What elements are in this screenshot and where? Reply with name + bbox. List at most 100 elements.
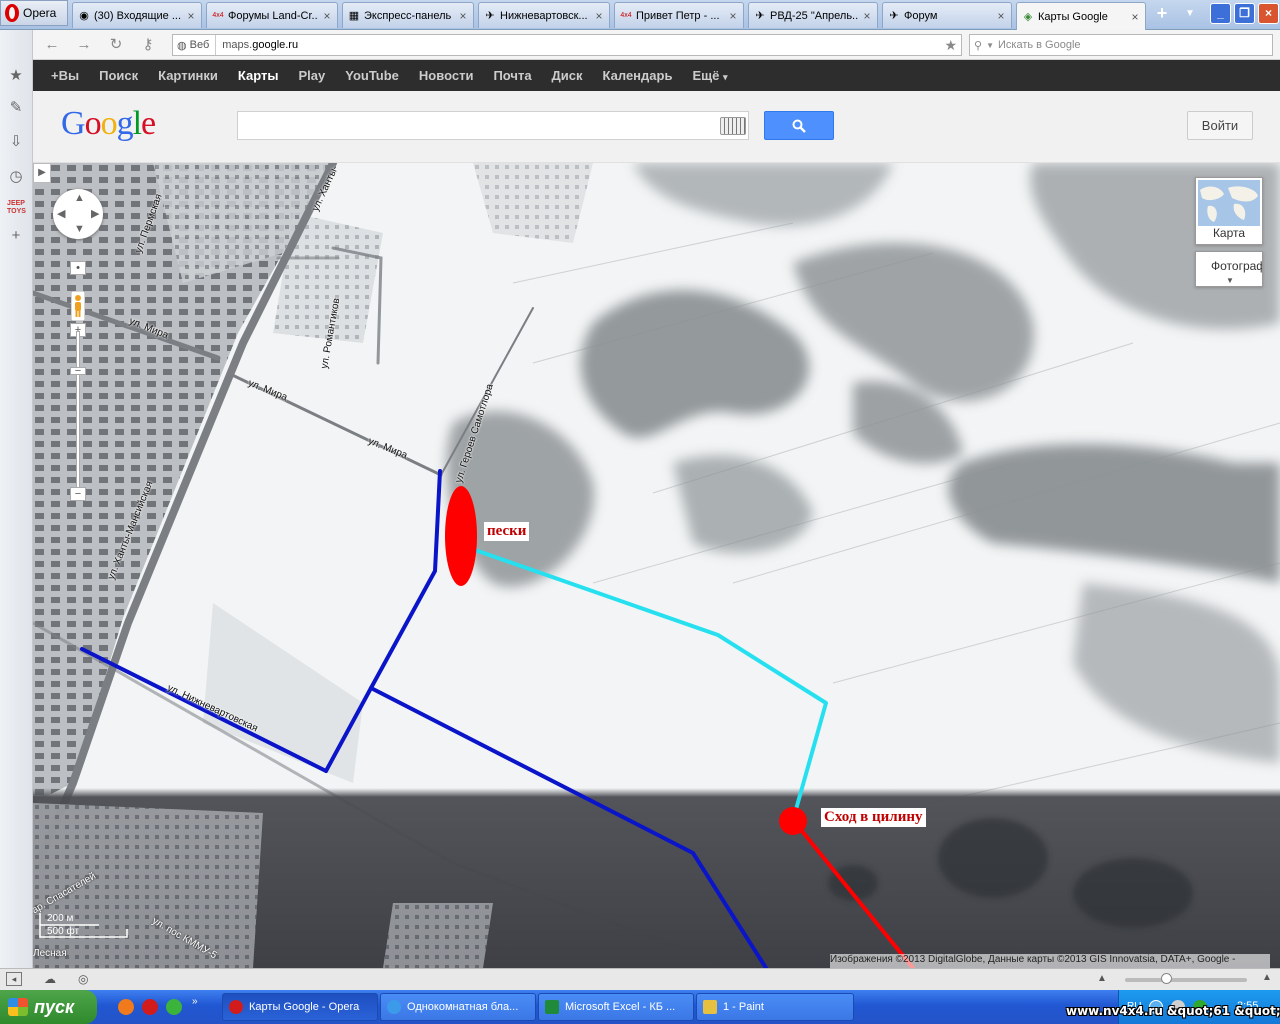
opera-menu-button[interactable]: Opera — [0, 0, 68, 26]
reload-icon[interactable]: ↻ — [105, 35, 127, 55]
address-toolbar: ← → ↻ ⚷ ◍ Веб maps.google.ru ★ ⚲ ▼ Искат… — [33, 30, 1280, 60]
close-tab-icon[interactable]: × — [995, 9, 1007, 23]
tab-land-cruiser-forums[interactable]: 4x4 Форумы Land-Cr... × — [206, 2, 338, 28]
close-tab-icon[interactable]: × — [593, 9, 605, 23]
gbar-images[interactable]: Картинки — [158, 68, 218, 83]
more-caret-icon: ▾ — [722, 72, 728, 82]
chevron-down-icon: ▼ — [1226, 276, 1234, 285]
tab-forum[interactable]: ✈ Форум × — [882, 2, 1012, 28]
opera-menu-label: Opera — [23, 6, 57, 20]
zoom-slider[interactable] — [76, 331, 80, 491]
back-arrow-icon[interactable]: ← — [41, 35, 63, 55]
zoom-out-icon[interactable]: − — [70, 487, 86, 501]
gbar-search[interactable]: Поиск — [99, 68, 138, 83]
annotation-sands: пески — [484, 522, 530, 541]
turbo-icon[interactable]: ◎ — [78, 972, 88, 986]
tab-rvd-25[interactable]: ✈ РВД-25 "Апрель... × — [748, 2, 878, 28]
icq-quicklaunch-icon[interactable] — [166, 999, 182, 1015]
tab-list-chevron-icon[interactable]: ▼ — [1180, 3, 1200, 25]
panel-toggle-arrow-icon[interactable]: ▶ — [33, 163, 51, 183]
pan-left-icon[interactable]: ◀ — [57, 207, 65, 220]
speed-dial-icon: ▦ — [348, 9, 360, 22]
site-info-badge[interactable]: ◍ Веб — [173, 35, 217, 55]
gbar-play[interactable]: Play — [298, 68, 325, 83]
page-zoom-knob[interactable] — [1161, 973, 1172, 984]
cloud-sync-icon[interactable]: ☁ — [44, 972, 56, 986]
tab-google-maps[interactable]: ◈ Карты Google × — [1016, 2, 1146, 30]
gbar-mail[interactable]: Почта — [493, 68, 531, 83]
firefox-quicklaunch-icon[interactable] — [118, 999, 134, 1015]
gbar-drive[interactable]: Диск — [552, 68, 583, 83]
tab-speed-dial[interactable]: ▦ Экспресс-панель × — [342, 2, 474, 28]
gbar-news[interactable]: Новости — [419, 68, 474, 83]
map-canvas[interactable]: ул. Пермская ул. Мира ул. Мира ул. Мира … — [33, 163, 1280, 968]
wand-key-icon[interactable]: ⚷ — [137, 35, 159, 55]
taskbar-window-paint[interactable]: 1 - Paint — [696, 993, 854, 1021]
scale-metric: 200 м — [47, 913, 74, 924]
tab-inbox[interactable]: ◉ (30) Входящие ... × — [72, 2, 202, 28]
search-button[interactable] — [764, 111, 834, 140]
satellite-imagery — [33, 163, 1280, 968]
zoom-menu-icon[interactable]: ▲ — [1262, 972, 1272, 983]
downloads-icon[interactable]: ⇩ — [7, 133, 25, 151]
road-label-lesnaya: Лесная — [33, 948, 67, 959]
browser-status-bar: ◂ ☁ ◎ ▲ ▲ — [0, 968, 1280, 990]
sign-in-button[interactable]: Войти — [1187, 111, 1253, 140]
pan-control[interactable]: ▲ ▼ ◀ ▶ — [53, 189, 103, 239]
gbar-maps[interactable]: Карты — [238, 68, 279, 83]
jeep-toys-panel-icon[interactable]: JEEP TOYS — [7, 200, 26, 218]
url-text: maps.google.ru — [222, 39, 299, 51]
street-view-pegman-icon[interactable] — [71, 291, 85, 321]
web-search-field[interactable]: ⚲ ▼ Искать в Google — [969, 34, 1273, 56]
close-tab-icon[interactable]: × — [1129, 10, 1141, 24]
gbar-plus-you[interactable]: +Вы — [51, 68, 79, 83]
taskbar-window-opera[interactable]: Карты Google - Opera — [222, 993, 378, 1021]
bookmarks-star-icon[interactable]: ★ — [7, 67, 25, 85]
map-type-map-button[interactable]: Карта — [1195, 177, 1263, 245]
close-tab-icon[interactable]: × — [321, 9, 333, 23]
new-tab-icon[interactable]: + — [1150, 3, 1174, 25]
excel-icon — [545, 1000, 559, 1014]
quicklaunch-overflow-icon[interactable]: » — [192, 996, 198, 1007]
pan-right-icon[interactable]: ▶ — [91, 207, 99, 220]
opera-quicklaunch-icon[interactable] — [142, 999, 158, 1015]
maps-search-input[interactable] — [237, 111, 749, 140]
panel-toggle-icon[interactable]: ◂ — [6, 972, 22, 986]
gbar-more[interactable]: Ещё ▾ — [692, 68, 727, 83]
close-tab-icon[interactable]: × — [727, 9, 739, 23]
map-thumbnail — [1198, 180, 1260, 226]
gbar-calendar[interactable]: Календарь — [603, 68, 673, 83]
tab-privet-petr[interactable]: 4x4 Привет Петр - ... × — [614, 2, 744, 28]
forward-arrow-icon[interactable]: → — [73, 35, 95, 55]
zoom-slider-knob[interactable]: − — [70, 366, 86, 377]
add-panel-icon[interactable]: + — [7, 227, 25, 245]
view-toggle-icon[interactable]: ▲ — [1097, 973, 1107, 984]
maps-icon: ◈ — [1023, 10, 1033, 23]
search-engine-chevron-icon[interactable]: ▼ — [986, 41, 994, 50]
close-tab-icon[interactable]: × — [861, 9, 873, 23]
history-clock-icon[interactable]: ◷ — [7, 168, 25, 186]
notes-icon[interactable]: ✎ — [7, 99, 25, 117]
forum-icon: 4x4 — [620, 11, 632, 19]
close-tab-icon[interactable]: × — [457, 9, 469, 23]
watermark-text: www.nv4x4.ru &quot;61 &quot; — [1066, 1004, 1280, 1018]
google-logo[interactable]: Google — [61, 105, 156, 143]
close-window-icon[interactable]: × — [1258, 3, 1279, 24]
bookmark-star-icon[interactable]: ★ — [944, 37, 961, 54]
pan-up-icon[interactable]: ▲ — [74, 192, 85, 204]
start-button[interactable]: пуск — [0, 990, 97, 1024]
reset-view-icon[interactable]: • — [70, 261, 86, 275]
address-field[interactable]: ◍ Веб maps.google.ru ★ — [172, 34, 962, 56]
taskbar-window-ie[interactable]: Однокомнатная бла... — [380, 993, 536, 1021]
taskbar-window-excel[interactable]: Microsoft Excel - КБ ... — [538, 993, 694, 1021]
map-type-satellite-button[interactable]: Фотограф ▼ — [1195, 251, 1263, 287]
page-zoom-slider[interactable] — [1125, 978, 1247, 982]
gbar-youtube[interactable]: YouTube — [345, 68, 399, 83]
close-tab-icon[interactable]: × — [185, 9, 197, 23]
pan-down-icon[interactable]: ▼ — [74, 223, 85, 235]
forum-icon: ✈ — [889, 9, 899, 22]
minimize-window-icon[interactable]: _ — [1210, 3, 1231, 24]
tab-nizhnevartovsk[interactable]: ✈ Нижневартовск... × — [478, 2, 610, 28]
restore-window-icon[interactable]: ❐ — [1234, 3, 1255, 24]
keyboard-icon[interactable] — [720, 117, 746, 135]
